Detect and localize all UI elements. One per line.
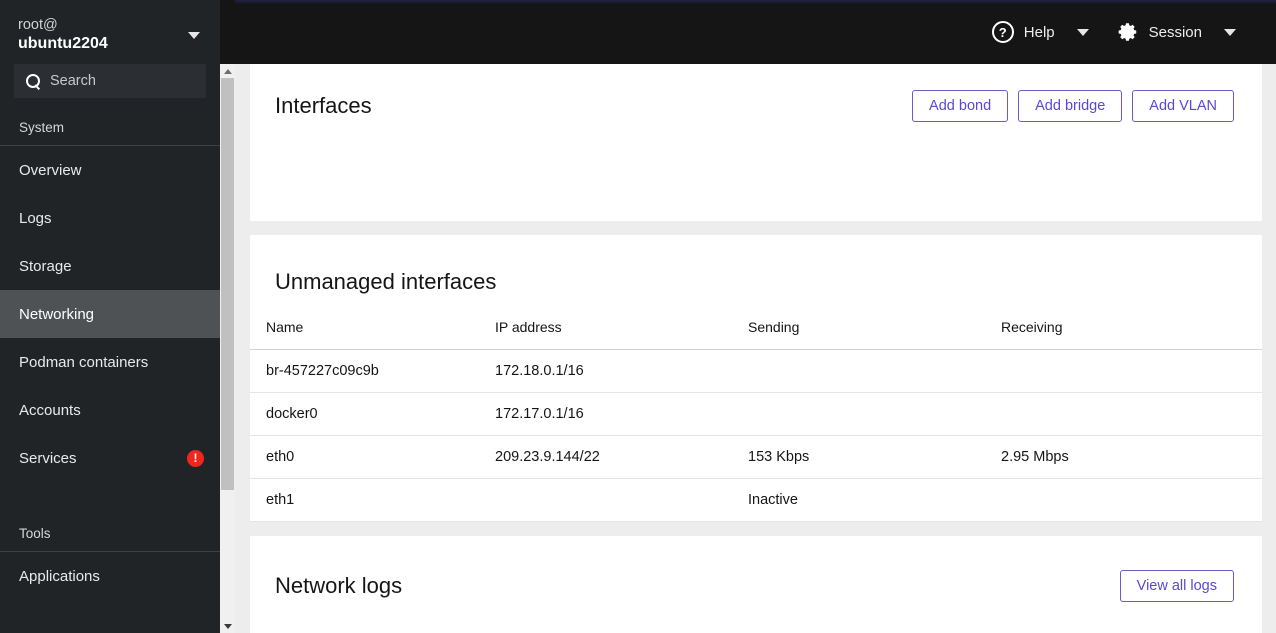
status-badge-alert-icon: !: [187, 449, 204, 467]
table-header: Name IP address Sending Receiving: [250, 319, 1262, 350]
network-logs-title: Network logs: [275, 573, 403, 598]
network-logs-header: Network logs View all logs: [250, 536, 1262, 602]
cell-name: docker0: [250, 392, 495, 436]
sidebar-item-label: Podman containers: [19, 353, 149, 371]
scrollbar-track[interactable]: [220, 78, 235, 619]
cell-ip: 172.17.0.1/16: [495, 392, 748, 436]
cell-receiving: [1001, 349, 1262, 393]
sidebar-item-label: Storage: [19, 257, 72, 275]
table-row[interactable]: docker0 172.17.0.1/16: [250, 392, 1262, 436]
cell-ip: [495, 478, 748, 522]
nav-group-label-tools: Tools: [19, 526, 51, 541]
table-row[interactable]: br-457227c09c9b 172.18.0.1/16: [250, 349, 1262, 393]
table-row[interactable]: eth0 209.23.9.144/22 153 Kbps 2.95 Mbps: [250, 435, 1262, 479]
table-header-row: Name IP address Sending Receiving: [250, 319, 1262, 350]
cell-receiving: [1001, 392, 1262, 436]
search-input[interactable]: Search: [14, 64, 206, 98]
add-bond-button[interactable]: Add bond: [912, 90, 1009, 122]
page-title: Interfaces: [275, 93, 372, 118]
host-switcher[interactable]: root@ ubuntu2204: [0, 0, 220, 64]
sidebar-item-accounts[interactable]: Accounts: [0, 386, 220, 434]
table-body: br-457227c09c9b 172.18.0.1/16 docker0 17…: [250, 349, 1262, 522]
main-area: ? Help Session Interfaces Add bond Add b…: [235, 0, 1276, 633]
cell-ip: 209.23.9.144/22: [495, 435, 748, 479]
column-header-ip-address: IP address: [495, 319, 562, 335]
sidebar-item-label: Logs: [19, 209, 52, 227]
cell-sending: [748, 392, 1001, 436]
host-labels: root@ ubuntu2204: [18, 16, 108, 54]
cell-name: eth0: [250, 435, 495, 479]
chevron-down-icon[interactable]: [1224, 28, 1236, 36]
cell-sending: [748, 349, 1001, 393]
gear-icon: [1117, 21, 1139, 43]
host-user: root@: [18, 16, 58, 33]
unmanaged-interfaces-title: Unmanaged interfaces: [275, 269, 497, 294]
interfaces-card: Interfaces Add bond Add bridge Add VLAN: [250, 64, 1262, 221]
session-label: Session: [1148, 23, 1202, 41]
sidebar-item-logs[interactable]: Logs: [0, 194, 220, 242]
table-row[interactable]: eth1 Inactive: [250, 478, 1262, 522]
cell-name: br-457227c09c9b: [250, 349, 495, 393]
sidebar: root@ ubuntu2204 Search System Overview …: [0, 0, 220, 633]
sidebar-item-label: Overview: [19, 161, 82, 179]
interfaces-actions: Add bond Add bridge Add VLAN: [912, 90, 1234, 122]
cell-ip: 172.18.0.1/16: [495, 349, 748, 393]
add-bridge-button[interactable]: Add bridge: [1018, 90, 1123, 122]
sidebar-item-label: Accounts: [19, 401, 81, 419]
cell-receiving: 2.95 Mbps: [1001, 435, 1262, 479]
search-icon: [26, 73, 41, 89]
cockpit-app: root@ ubuntu2204 Search System Overview …: [0, 0, 1276, 633]
nav-group-label-system: System: [19, 120, 65, 135]
network-logs-card: Network logs View all logs December 5, 2…: [250, 536, 1262, 633]
sidebar-item-label: Services: [19, 449, 77, 467]
help-circle-icon: ?: [991, 21, 1014, 43]
chevron-down-icon[interactable]: [1076, 28, 1089, 36]
sidebar-item-networking[interactable]: Networking: [0, 290, 220, 338]
scrollbar-thumb[interactable]: [221, 78, 234, 490]
interfaces-card-header: Interfaces Add bond Add bridge Add VLAN: [250, 64, 1262, 122]
search-placeholder: Search: [50, 73, 96, 89]
search-container: Search: [0, 64, 220, 98]
unmanaged-interfaces-card: Unmanaged interfaces Name IP address Sen…: [250, 235, 1262, 522]
top-bar: ? Help Session: [235, 0, 1276, 64]
cell-sending: 153 Kbps: [748, 435, 1001, 479]
scroll-down-arrow-icon[interactable]: [220, 619, 235, 633]
sidebar-item-label: Applications: [19, 567, 100, 585]
sidebar-item-label: Networking: [19, 305, 95, 323]
cell-name: eth1: [250, 478, 495, 522]
sidebar-item-services[interactable]: Services !: [0, 434, 220, 482]
host-name: ubuntu2204: [18, 35, 108, 53]
sidebar-item-podman-containers[interactable]: Podman containers: [0, 338, 220, 386]
page-scrollbar[interactable]: [220, 64, 235, 633]
sidebar-item-applications[interactable]: Applications: [0, 552, 220, 600]
help-label: Help: [1023, 23, 1055, 41]
content-scroll-region: Interfaces Add bond Add bridge Add VLAN …: [235, 64, 1276, 633]
chevron-down-icon[interactable]: [188, 31, 200, 39]
view-all-logs-button[interactable]: View all logs: [1119, 570, 1234, 602]
column-header-sending: Sending: [748, 319, 800, 335]
column-header-name: Name: [266, 319, 304, 335]
session-menu[interactable]: Session: [1107, 21, 1254, 43]
add-vlan-button[interactable]: Add VLAN: [1132, 90, 1234, 122]
unmanaged-interfaces-table: Name IP address Sending Receiving br-457…: [250, 319, 1262, 522]
cell-receiving: [1001, 478, 1262, 522]
sidebar-item-overview[interactable]: Overview: [0, 146, 220, 194]
help-menu[interactable]: ? Help: [982, 21, 1107, 43]
cell-sending: Inactive: [748, 478, 1001, 522]
scroll-up-arrow-icon[interactable]: [220, 64, 235, 78]
log-date-heading: December 5, 2022: [250, 602, 1262, 633]
column-header-receiving: Receiving: [1001, 319, 1063, 335]
sidebar-item-storage[interactable]: Storage: [0, 242, 220, 290]
